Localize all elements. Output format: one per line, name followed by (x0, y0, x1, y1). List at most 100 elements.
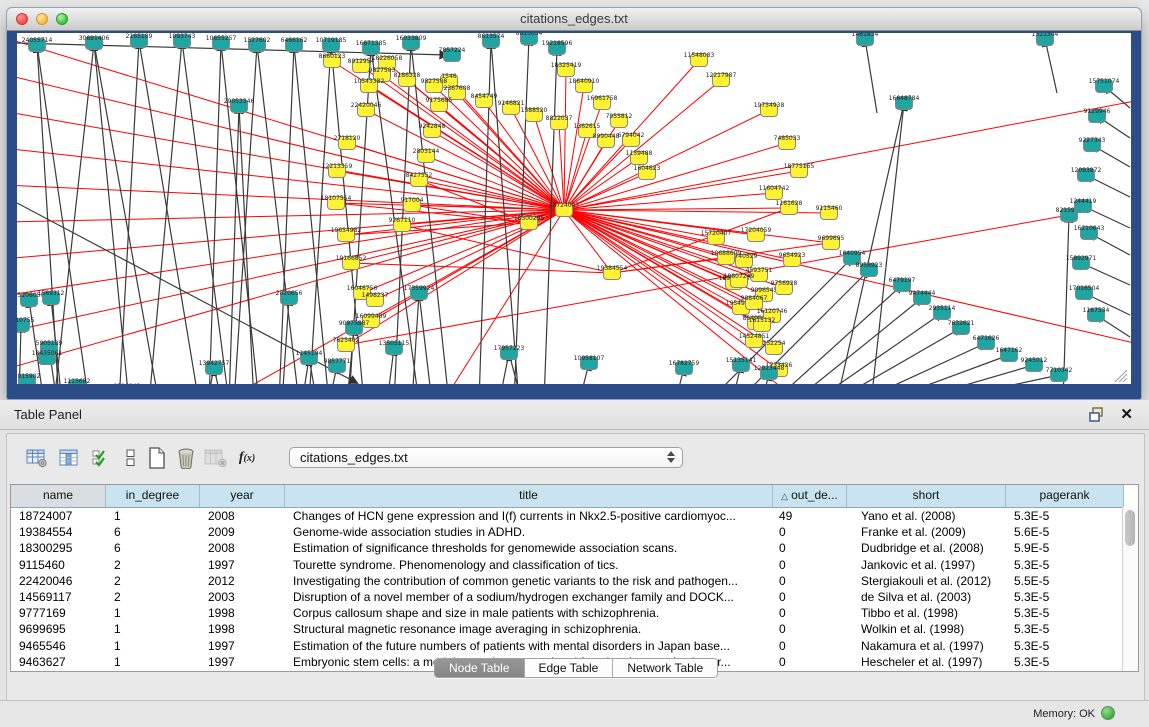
graph-node[interactable]: 10958107 (574, 355, 605, 370)
graph-node[interactable]: 9474444 (909, 290, 936, 305)
scrollbar-thumb[interactable] (1125, 510, 1135, 546)
graph-node-selected[interactable]: 1159488 (626, 150, 653, 165)
row-options-icon[interactable] (119, 446, 143, 470)
graph-node-selected[interactable]: 16961758 (587, 95, 618, 110)
graph-node-selected[interactable]: 8990448 (593, 133, 620, 148)
graph-node-selected[interactable]: 10543382 (354, 78, 385, 93)
graph-node-selected[interactable]: 15720407 (701, 230, 732, 245)
network-window[interactable]: citations_edges.txt 18724007866012389129… (7, 8, 1141, 399)
table-row[interactable]: 1872400712008Changes of HCN gene express… (11, 508, 1138, 524)
graph-node-selected[interactable]: 1588520 (521, 107, 548, 122)
vertical-scrollbar[interactable] (1122, 507, 1138, 671)
graph-node[interactable]: 1810755 (17, 317, 35, 332)
tab-network-table[interactable]: Network Table (613, 659, 717, 677)
graph-node[interactable]: 30691406 (79, 35, 110, 50)
graph-node[interactable]: 2020656 (276, 290, 303, 305)
graph-node-selected[interactable]: 2803144 (413, 148, 440, 163)
resize-grip[interactable] (1115, 370, 1127, 382)
graph-node-selected[interactable]: 917004 (401, 197, 424, 212)
graph-node-selected[interactable]: 8454749 (471, 93, 498, 108)
graph-node[interactable]: 7710342 (1046, 367, 1073, 382)
graph-node[interactable]: 1093743 (169, 33, 196, 48)
column-header-year[interactable]: year (200, 485, 285, 507)
table-selector[interactable]: citations_edges.txt (289, 447, 683, 468)
select-all-icon[interactable] (89, 446, 113, 470)
graph-node[interactable]: 9227343 (1079, 137, 1106, 152)
graph-node-selected[interactable]: 18107554 (321, 195, 352, 210)
table-row[interactable]: 977716911998Corpus callosum shape and si… (11, 605, 1138, 621)
graph-node[interactable]: 1511304 (1032, 33, 1059, 46)
graph-node-selected[interactable]: 19734938 (754, 102, 785, 117)
graph-node[interactable]: 13505115 (379, 340, 410, 355)
graph-node[interactable]: 16033809 (396, 35, 427, 50)
graph-node[interactable]: 1647162 (996, 347, 1023, 362)
graph-node[interactable]: 1461834 (852, 33, 879, 46)
graph-node[interactable]: 7857224 (439, 47, 466, 62)
delete-selected-icon[interactable] (174, 446, 198, 470)
close-icon[interactable]: ✕ (1120, 405, 1133, 423)
graph-node-selected[interactable]: 22420046 (351, 102, 382, 117)
column-header-pagerank[interactable]: pagerank (1006, 485, 1124, 507)
column-header-short[interactable]: short (847, 485, 1006, 507)
graph-node[interactable]: 9210843 (114, 383, 141, 384)
graph-node[interactable]: 1167534 (1083, 307, 1110, 322)
graph-node-selected[interactable]: 9654923 (779, 252, 806, 267)
graph-node-selected[interactable]: 9242848 (419, 123, 446, 138)
graph-node-selected[interactable]: 11604742 (759, 185, 790, 200)
graph-node[interactable]: 3915902 (17, 373, 41, 384)
graph-node[interactable]: 16648784 (889, 95, 920, 110)
graph-node-selected[interactable]: 2718120 (334, 135, 361, 150)
graph-node-selected[interactable]: 7625402 (333, 337, 360, 352)
graph-node[interactable]: 8958923 (856, 262, 883, 277)
graph-node[interactable]: 10655257 (206, 35, 237, 50)
graph-node-selected[interactable]: 8822037 (546, 115, 573, 130)
graph-node[interactable]: 16210643 (1074, 225, 1105, 240)
memory-status-indicator-icon[interactable] (1101, 706, 1115, 720)
table-row[interactable]: 946554611997Estimation of the future num… (11, 638, 1138, 654)
graph-node[interactable]: 9129946 (1084, 108, 1111, 123)
graph-node-selected[interactable]: 9175685 (426, 97, 453, 112)
table-settings-icon[interactable] (25, 446, 49, 470)
tab-node-table[interactable]: Node Table (435, 659, 525, 677)
graph-node[interactable]: 7632621 (948, 320, 975, 335)
graph-node[interactable]: 2935114 (929, 305, 956, 320)
function-builder-icon[interactable]: f(x) (235, 446, 259, 470)
table-row[interactable]: 2242004622012Investigating the contribut… (11, 573, 1138, 589)
zoom-window-icon[interactable] (56, 13, 68, 25)
table-row[interactable]: 969969511998Structural magnetic resonanc… (11, 621, 1138, 637)
graph-node-selected[interactable]: 7955812 (606, 113, 633, 128)
network-canvas[interactable]: 1872400786601238912954182260589827503818… (17, 33, 1131, 384)
column-header-title[interactable]: title (285, 485, 773, 507)
graph-node-selected[interactable]: 12217987 (706, 72, 737, 87)
graph-node-selected[interactable]: 18775165 (784, 163, 815, 178)
graph-node[interactable]: 2165189 (126, 33, 153, 48)
graph-node-selected[interactable]: 6794042 (618, 132, 645, 147)
column-header-in_degree[interactable]: in_degree (106, 485, 200, 507)
graph-node[interactable]: 15135141 (726, 357, 757, 372)
graph-node-selected[interactable]: 18325419 (551, 62, 582, 77)
graph-node[interactable]: 17957223 (494, 345, 525, 360)
graph-node[interactable]: 12093872 (1071, 167, 1102, 182)
graph-node[interactable]: 6466162 (281, 37, 308, 52)
graph-node[interactable]: 17016504 (1069, 285, 1100, 300)
float-window-icon[interactable] (1089, 407, 1105, 422)
minimize-window-icon[interactable] (36, 13, 48, 25)
table-row[interactable]: 1456911722003Disruption of a novel membe… (11, 589, 1138, 605)
graph-node-selected[interactable]: 17204059 (741, 227, 772, 242)
graph-node[interactable]: 1115682 (64, 378, 91, 384)
graph-node-selected[interactable]: 12213359 (322, 163, 353, 178)
graph-node-selected[interactable]: 11548083 (684, 52, 715, 67)
graph-node[interactable]: 16782759 (669, 360, 700, 375)
graph-node-selected[interactable]: 9115460 (816, 205, 843, 220)
graph-node[interactable]: 19218596 (542, 40, 573, 55)
graph-node[interactable]: 9245012 (1021, 357, 1048, 372)
graph-node[interactable]: 8613574 (478, 33, 505, 48)
close-window-icon[interactable] (16, 13, 28, 25)
table-row[interactable]: 1830029562008Estimation of significance … (11, 540, 1138, 556)
tab-edge-table[interactable]: Edge Table (525, 659, 614, 677)
column-header-out_degree[interactable]: △out_de... (773, 485, 847, 507)
graph-node-selected[interactable]: 252254 (763, 340, 786, 355)
network-window-titlebar[interactable]: citations_edges.txt (7, 8, 1141, 31)
graph-node-selected[interactable]: 18640910 (569, 78, 600, 93)
graph-node-selected[interactable]: 8660123 (319, 53, 346, 68)
